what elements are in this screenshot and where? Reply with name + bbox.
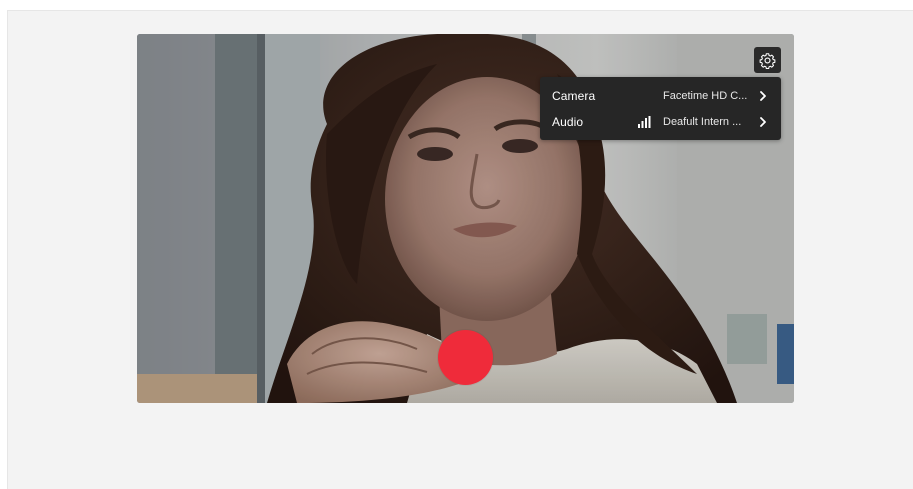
audio-label: Audio xyxy=(552,115,584,129)
settings-button[interactable] xyxy=(754,47,781,73)
device-settings-menu: Camera Facetime HD C... Audio Deafult In… xyxy=(540,77,781,140)
camera-device-value: Facetime HD C... xyxy=(663,90,748,102)
menu-item-camera[interactable]: Camera Facetime HD C... xyxy=(540,83,781,109)
record-button[interactable] xyxy=(438,330,493,385)
camera-label: Camera xyxy=(552,89,596,103)
camera-preview: Camera Facetime HD C... Audio Deafult In… xyxy=(137,34,794,403)
chevron-right-icon xyxy=(758,90,768,102)
menu-item-audio[interactable]: Audio Deafult Intern ... xyxy=(540,109,781,135)
audio-device-value: Deafult Intern ... xyxy=(663,116,742,128)
gear-icon xyxy=(759,52,776,69)
audio-level-icon xyxy=(638,116,651,128)
chevron-right-icon xyxy=(758,116,768,128)
